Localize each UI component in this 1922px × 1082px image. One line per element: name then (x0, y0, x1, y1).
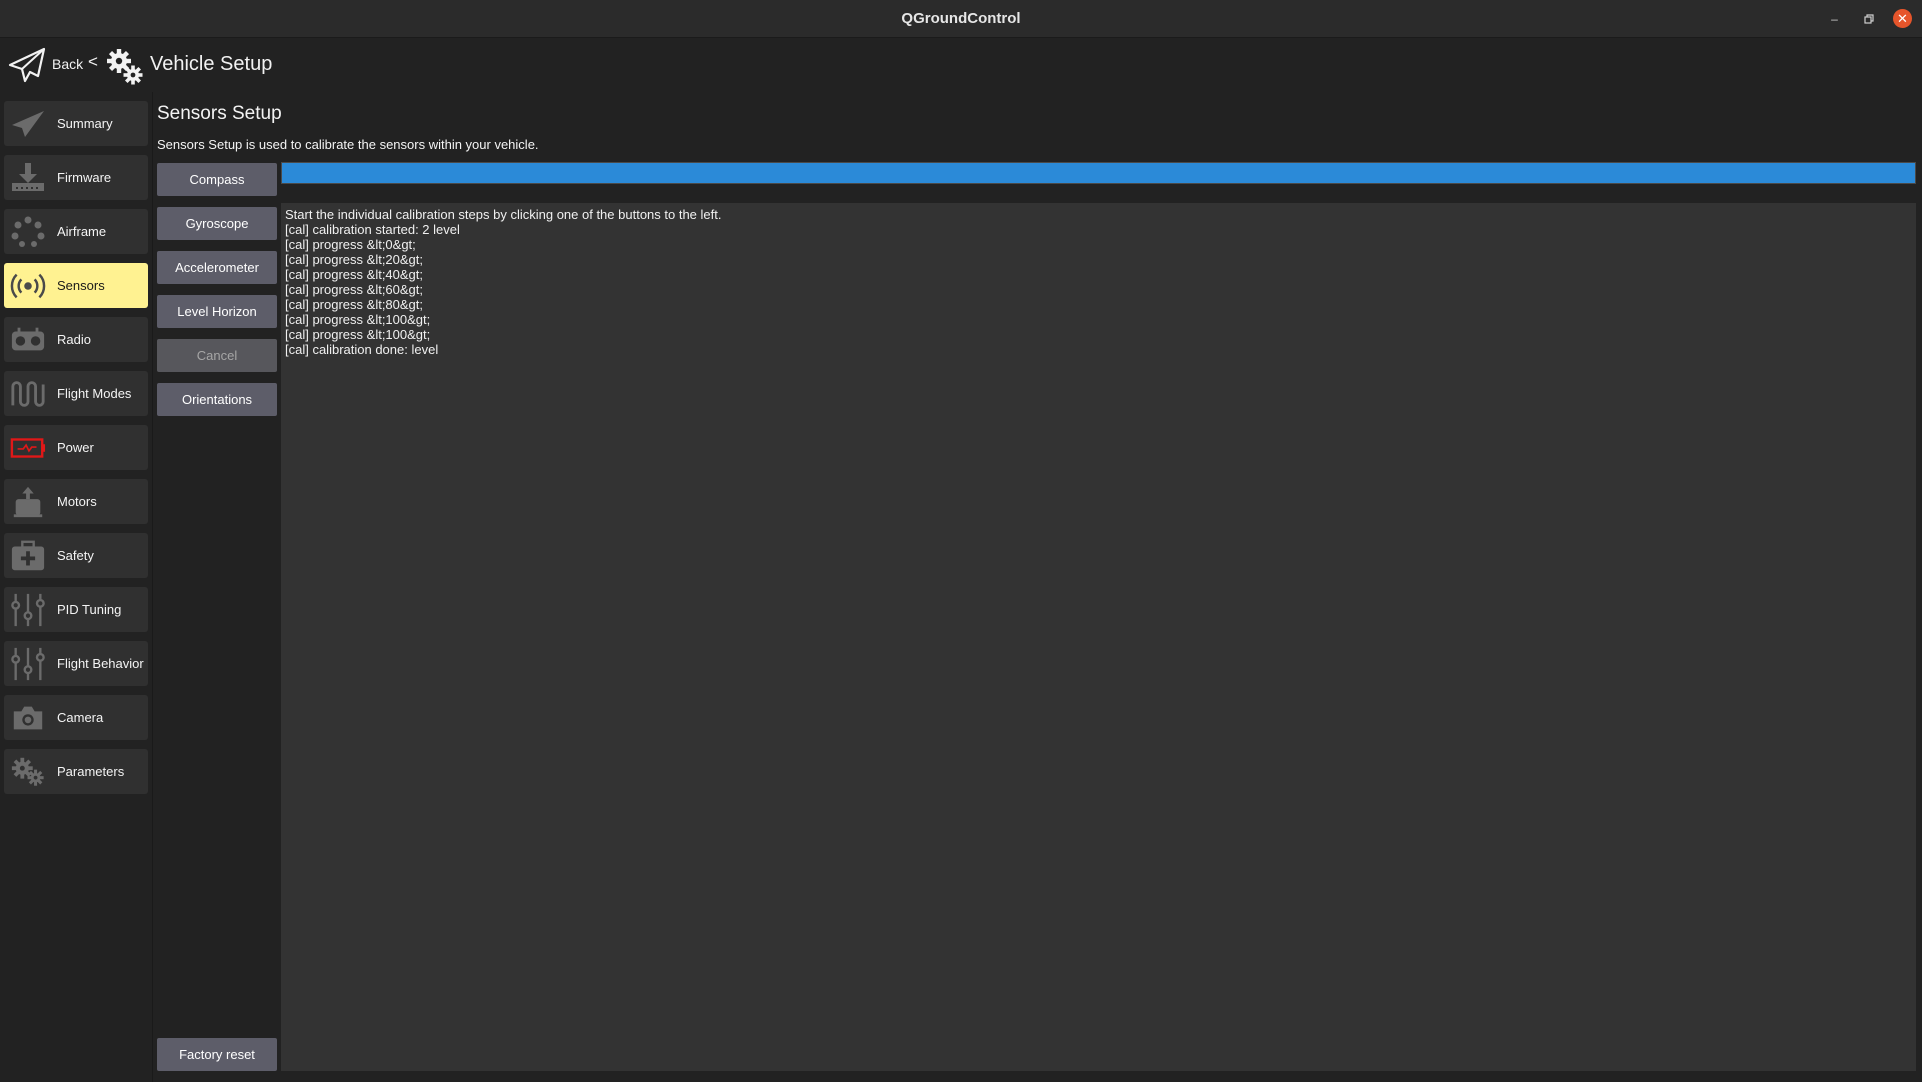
factory-reset-button[interactable]: Factory reset (157, 1038, 277, 1071)
level-horizon-button[interactable]: Level Horizon (157, 295, 277, 328)
maximize-icon[interactable] (1859, 9, 1878, 28)
sidebar-item-camera[interactable]: Camera (4, 695, 148, 740)
log-line: [cal] progress &lt;60&gt; (285, 282, 424, 297)
sidebar-item-label: Parameters (57, 764, 125, 779)
wave-icon (10, 376, 46, 412)
paper-plane-icon (10, 106, 46, 142)
radio-controller-icon (10, 322, 46, 358)
sidebar-item-label: Airframe (57, 224, 107, 239)
window-title: QGroundControl (901, 10, 1021, 27)
sidebar-item-label: PID Tuning (57, 602, 122, 617)
section-description: Sensors Setup is used to calibrate the s… (157, 137, 539, 152)
log-line: [cal] progress &lt;40&gt; (285, 267, 424, 282)
cancel-button[interactable]: Cancel (157, 339, 277, 372)
back-button[interactable]: Back (52, 56, 83, 72)
compass-button[interactable]: Compass (157, 163, 277, 196)
sensor-waves-icon (10, 268, 46, 304)
sidebar-item-airframe[interactable]: Airframe (4, 209, 148, 254)
log-line: [cal] calibration started: 2 level (285, 222, 460, 237)
sidebar-item-safety[interactable]: Safety (4, 533, 148, 578)
sliders-icon (10, 646, 46, 682)
gears-icon (10, 754, 46, 790)
log-line: Start the individual calibration steps b… (285, 207, 722, 222)
page-title: Vehicle Setup (150, 53, 273, 75)
gear-icon (107, 49, 143, 85)
sidebar-item-label: Safety (57, 548, 94, 563)
toolbar-header: Back < Vehicle Setup (0, 38, 1922, 92)
sidebar-item-label: Firmware (57, 170, 112, 185)
paper-plane-back-icon[interactable] (8, 46, 46, 84)
sidebar-item-parameters[interactable]: Parameters (4, 749, 148, 794)
motor-icon (10, 484, 46, 520)
sidebar-item-flight-behavior[interactable]: Flight Behavior (4, 641, 148, 686)
gyroscope-button[interactable]: Gyroscope (157, 207, 277, 240)
sidebar-item-pid-tuning[interactable]: PID Tuning (4, 587, 148, 632)
sidebar-item-power[interactable]: Power (4, 425, 148, 470)
sidebar-item-label: Motors (57, 494, 97, 509)
calibration-progress-fill (282, 163, 1915, 183)
sidebar-divider (152, 92, 153, 1082)
sliders-icon (10, 592, 46, 628)
camera-icon (10, 700, 46, 736)
breadcrumb-separator: < (88, 52, 98, 71)
log-line: [cal] progress &lt;100&gt; (285, 327, 431, 342)
sidebar-item-radio[interactable]: Radio (4, 317, 148, 362)
sidebar-item-label: Power (57, 440, 94, 455)
download-icon (10, 160, 46, 196)
battery-icon (10, 430, 46, 466)
sidebar-item-firmware[interactable]: Firmware (4, 155, 148, 200)
sidebar-item-label: Radio (57, 332, 91, 347)
sidebar-item-label: Flight Behavior (57, 656, 144, 671)
calibration-log: Start the individual calibration steps b… (281, 203, 1916, 1071)
sidebar-item-label: Sensors (57, 278, 105, 293)
sidebar-item-sensors[interactable]: Sensors (4, 263, 148, 308)
first-aid-kit-icon (10, 538, 46, 574)
log-line: [cal] progress &lt;0&gt; (285, 237, 416, 252)
section-title: Sensors Setup (157, 103, 282, 124)
sidebar-item-label: Summary (57, 116, 113, 131)
sidebar-item-label: Camera (57, 710, 104, 725)
log-line: [cal] progress &lt;80&gt; (285, 297, 424, 312)
sidebar-item-label: Flight Modes (57, 386, 132, 401)
window-titlebar: QGroundControl – ✕ (0, 0, 1922, 38)
log-line: [cal] progress &lt;100&gt; (285, 312, 431, 327)
log-line: [cal] progress &lt;20&gt; (285, 252, 424, 267)
sidebar-item-summary[interactable]: Summary (4, 101, 148, 146)
airframe-dots-icon (10, 214, 46, 250)
calibration-progress-bar (281, 162, 1916, 184)
sidebar-item-motors[interactable]: Motors (4, 479, 148, 524)
accelerometer-button[interactable]: Accelerometer (157, 251, 277, 284)
sidebar-item-flight-modes[interactable]: Flight Modes (4, 371, 148, 416)
log-line: [cal] calibration done: level (285, 342, 439, 357)
close-icon[interactable]: ✕ (1893, 9, 1912, 28)
orientations-button[interactable]: Orientations (157, 383, 277, 416)
minimize-icon[interactable]: – (1825, 9, 1844, 28)
